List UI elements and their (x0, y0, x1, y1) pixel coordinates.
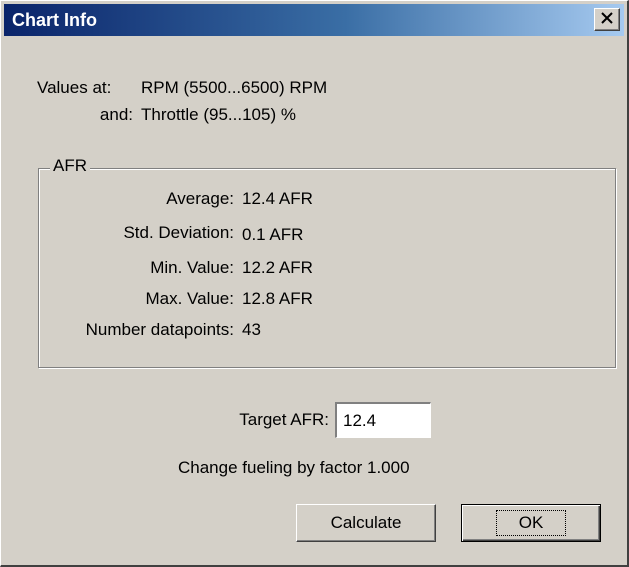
afr-group-legend: AFR (50, 155, 90, 177)
number-datapoints-value: 43 (242, 320, 261, 339)
ok-button-label: OK (495, 510, 567, 536)
change-fueling-text: Change fueling by factor 1.000 (178, 458, 410, 477)
min-value-label: Min. Value: (150, 258, 234, 277)
average-label: Average: (166, 189, 234, 208)
calculate-button[interactable]: Calculate (296, 504, 436, 542)
ok-button[interactable]: OK (461, 504, 601, 542)
std-deviation-value: 0.1 AFR (242, 225, 304, 244)
max-value-value: 12.8 AFR (242, 289, 313, 308)
and-label: and: (99, 105, 133, 124)
target-afr-label: Target AFR: (239, 410, 329, 429)
close-icon (601, 11, 613, 29)
number-datapoints-label: Number datapoints: (85, 320, 234, 339)
min-value-value: 12.2 AFR (242, 258, 313, 277)
calculate-button-label: Calculate (330, 513, 402, 532)
values-at-label: Values at: (37, 78, 112, 97)
std-deviation-label: Std. Deviation: (123, 223, 234, 242)
target-afr-input[interactable] (335, 402, 431, 438)
max-value-label: Max. Value: (145, 289, 234, 308)
title-bar[interactable]: Chart Info (4, 4, 624, 36)
average-value: 12.4 AFR (242, 189, 313, 208)
values-at-value: RPM (5500...6500) RPM (141, 78, 328, 97)
window-title: Chart Info (12, 9, 97, 30)
and-value: Throttle (95...105) % (141, 105, 296, 124)
chart-info-dialog: Chart Info Values at: RPM (5500...6500) … (0, 0, 629, 567)
close-button[interactable] (594, 8, 620, 31)
